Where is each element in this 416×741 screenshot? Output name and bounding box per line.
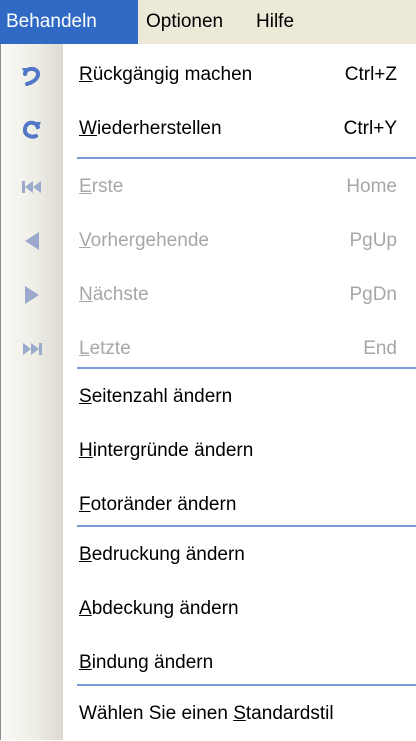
menu-item-undo[interactable]: Rückgängig machen Ctrl+Z	[1, 48, 416, 102]
shortcut-label: Home	[346, 176, 397, 197]
menu-item-photo-borders[interactable]: Fotoränder ändern	[1, 478, 416, 532]
menu-behandeln[interactable]: Behandeln	[0, 0, 138, 44]
menu-item-label: Wählen Sie einen Standardstil	[79, 703, 334, 724]
first-page-icon	[1, 160, 63, 214]
shortcut-label: PgUp	[349, 230, 397, 251]
menu-item-label: Erste	[79, 176, 124, 197]
menu-hilfe[interactable]: Hilfe	[250, 0, 312, 44]
menu-separator	[77, 157, 416, 159]
shortcut-label: Ctrl+Y	[343, 118, 397, 139]
menu-item-cover[interactable]: Abdeckung ändern	[1, 582, 416, 636]
behandeln-dropdown: Rückgängig machen Ctrl+Z Wiederherstelle…	[0, 44, 416, 740]
menu-separator	[77, 525, 416, 527]
menu-item-label: Bindung ändern	[79, 652, 214, 673]
menu-item-label: Hintergründe ändern	[79, 440, 254, 461]
menu-item-backgrounds[interactable]: Hintergründe ändern	[1, 424, 416, 478]
menu-item-default-style[interactable]: Wählen Sie einen Standardstil	[1, 687, 416, 741]
redo-icon	[1, 102, 63, 156]
last-page-icon	[1, 322, 63, 376]
menu-item-label: Nächste	[79, 284, 149, 305]
menu-item-binding[interactable]: Bindung ändern	[1, 636, 416, 690]
menu-item-label: Bedruckung ändern	[79, 544, 245, 565]
previous-page-icon	[1, 214, 63, 268]
menu-optionen[interactable]: Optionen	[140, 0, 250, 44]
menu-item-label: Rückgängig machen	[79, 64, 253, 85]
menu-item-label: Abdeckung ändern	[79, 598, 239, 619]
menu-item-label: Vorhergehende	[79, 230, 209, 251]
menu-separator	[77, 367, 416, 369]
menu-item-redo[interactable]: Wiederherstellen Ctrl+Y	[1, 102, 416, 156]
menu-item-first[interactable]: Erste Home	[1, 160, 416, 214]
shortcut-label: PgDn	[349, 284, 397, 305]
menu-item-label: Seitenzahl ändern	[79, 386, 233, 407]
menu-item-next[interactable]: Nächste PgDn	[1, 268, 416, 322]
menu-item-page-count[interactable]: Seitenzahl ändern	[1, 370, 416, 424]
menu-item-previous[interactable]: Vorhergehende PgUp	[1, 214, 416, 268]
menu-item-label: Fotoränder ändern	[79, 494, 237, 515]
shortcut-label: Ctrl+Z	[344, 64, 397, 85]
menu-separator	[77, 684, 416, 686]
menu-item-imprint[interactable]: Bedruckung ändern	[1, 528, 416, 582]
undo-icon	[1, 48, 63, 102]
menu-bar: Behandeln Optionen Hilfe	[0, 0, 416, 45]
next-page-icon	[1, 268, 63, 322]
menu-item-label: Wiederherstellen	[79, 118, 222, 139]
